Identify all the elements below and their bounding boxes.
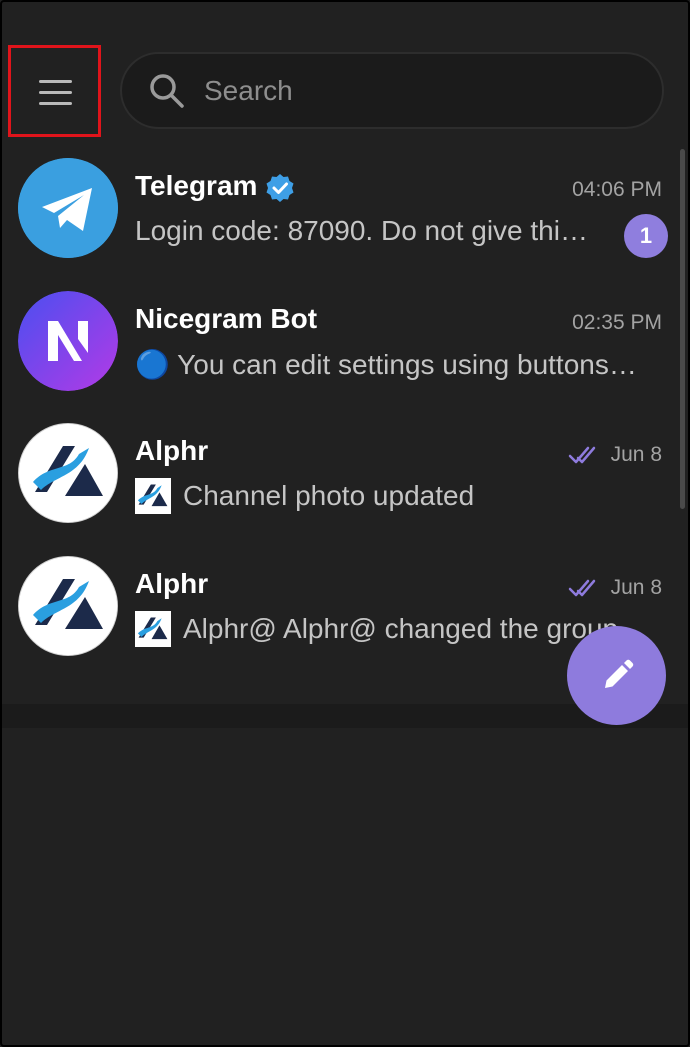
chat-time: Jun 8: [610, 443, 662, 466]
chat-name: Alphr: [135, 435, 209, 466]
chat-preview: 🔵 You can edit settings using buttons…: [135, 349, 637, 380]
alphr-logo-icon: [135, 611, 171, 647]
compose-button[interactable]: [567, 626, 666, 725]
chat-name: Telegram: [135, 170, 258, 201]
thumbnail: [135, 611, 171, 647]
chat-item-telegram[interactable]: Telegram 04:06 PM Login code: 87090. Do …: [2, 142, 688, 275]
alphr-logo-icon: [135, 478, 171, 514]
avatar: [18, 158, 118, 258]
chat-preview: Login code: 87090. Do not give thi…: [135, 215, 588, 246]
nicegram-logo-icon: [18, 291, 118, 391]
chat-name: Alphr: [135, 568, 209, 599]
chat-time: 04:06 PM: [572, 178, 662, 201]
chat-preview: Channel photo updated: [183, 480, 475, 511]
thumbnail: [135, 478, 171, 514]
telegram-logo-icon: [18, 158, 118, 258]
avatar: [18, 291, 118, 391]
alphr-logo-icon: [19, 557, 117, 655]
read-ticks-icon: [568, 446, 596, 464]
chat-time: Jun 8: [610, 576, 662, 599]
chat-time: 02:35 PM: [572, 311, 662, 334]
verified-icon: [266, 174, 294, 202]
menu-button[interactable]: [8, 45, 101, 137]
search-bar[interactable]: [120, 52, 664, 129]
app-window: Telegram 04:06 PM Login code: 87090. Do …: [0, 0, 690, 1047]
chat-item-nicegram-bot[interactable]: Nicegram Bot 02:35 PM 🔵 You can edit set…: [2, 275, 688, 408]
read-ticks-icon: [568, 579, 596, 597]
alphr-logo-icon: [19, 424, 117, 522]
search-icon: [150, 74, 184, 108]
avatar: [18, 556, 118, 656]
pencil-icon: [604, 659, 633, 688]
chat-item-alphr[interactable]: Alphr Jun 8 Channel photo updated: [2, 407, 688, 540]
chat-name: Nicegram Bot: [135, 303, 318, 334]
search-input[interactable]: [204, 72, 624, 110]
avatar: [18, 423, 118, 523]
unread-badge: 1: [624, 214, 668, 258]
